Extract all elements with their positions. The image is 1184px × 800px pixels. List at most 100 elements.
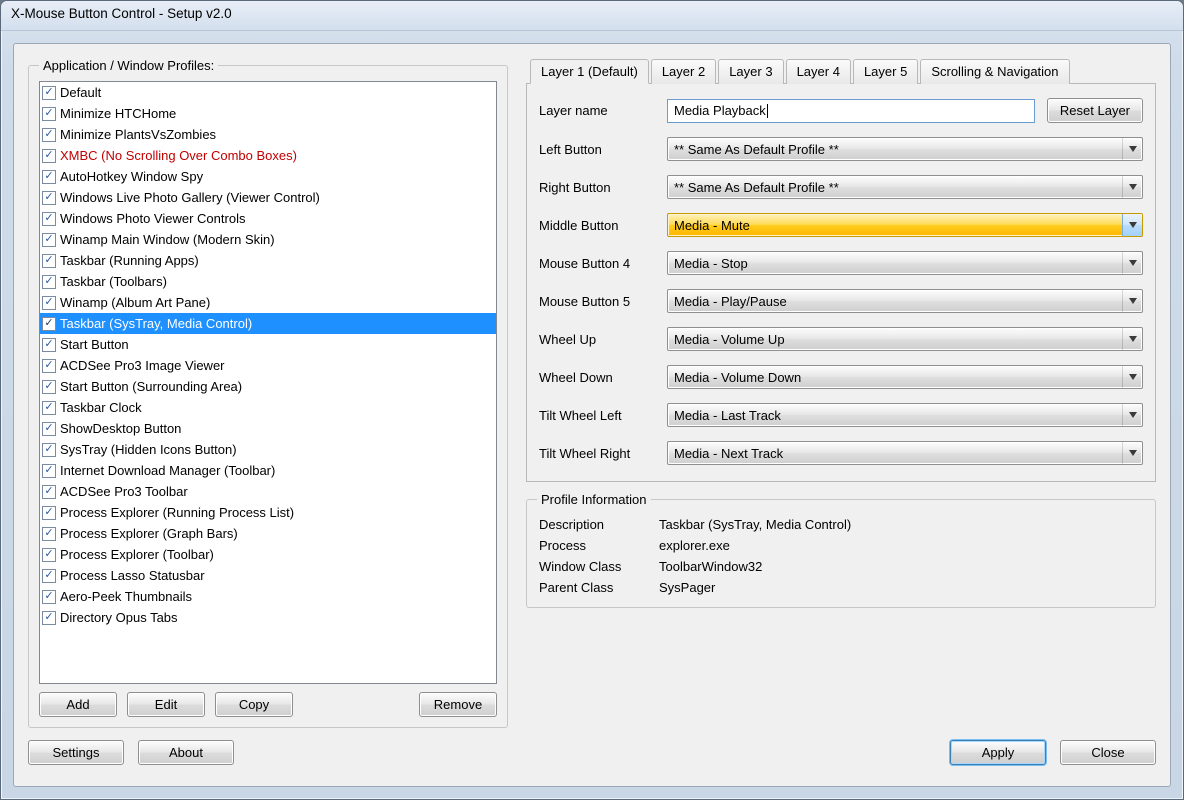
checkbox-icon[interactable] — [42, 212, 56, 226]
list-item[interactable]: Process Lasso Statusbar — [40, 565, 496, 586]
list-item[interactable]: Winamp (Album Art Pane) — [40, 292, 496, 313]
checkbox-icon[interactable] — [42, 464, 56, 478]
list-item[interactable]: ACDSee Pro3 Image Viewer — [40, 355, 496, 376]
list-item[interactable]: Taskbar (Running Apps) — [40, 250, 496, 271]
tab-layer-5[interactable]: Layer 5 — [853, 59, 918, 84]
add-button[interactable]: Add — [39, 692, 117, 717]
combo-middle-button[interactable]: Media - Mute — [667, 213, 1143, 237]
tab-scrolling-navigation[interactable]: Scrolling & Navigation — [920, 59, 1069, 84]
list-item[interactable]: ACDSee Pro3 Toolbar — [40, 481, 496, 502]
list-item[interactable]: Taskbar (SysTray, Media Control) — [40, 313, 496, 334]
checkbox-icon[interactable] — [42, 401, 56, 415]
reset-layer-button[interactable]: Reset Layer — [1047, 98, 1143, 123]
checkbox-icon[interactable] — [42, 548, 56, 562]
combo-value: Media - Next Track — [674, 446, 783, 461]
checkbox-icon[interactable] — [42, 86, 56, 100]
list-item[interactable]: Start Button (Surrounding Area) — [40, 376, 496, 397]
checkbox-icon[interactable] — [42, 296, 56, 310]
list-item[interactable]: Start Button — [40, 334, 496, 355]
field-label: Tilt Wheel Right — [539, 446, 667, 461]
combo-wheel-down[interactable]: Media - Volume Down — [667, 365, 1143, 389]
layer-name-input[interactable]: Media Playback — [667, 99, 1035, 123]
list-item-label: Aero-Peek Thumbnails — [60, 589, 192, 604]
combo-mouse-button-5[interactable]: Media - Play/Pause — [667, 289, 1143, 313]
profiles-group: Application / Window Profiles: DefaultMi… — [28, 58, 508, 728]
checkbox-icon[interactable] — [42, 149, 56, 163]
list-item[interactable]: XMBC (No Scrolling Over Combo Boxes) — [40, 145, 496, 166]
chevron-down-icon — [1122, 442, 1142, 464]
field-label: Middle Button — [539, 218, 667, 233]
list-item[interactable]: Windows Photo Viewer Controls — [40, 208, 496, 229]
tab-layer-1-default-[interactable]: Layer 1 (Default) — [530, 59, 649, 84]
checkbox-icon[interactable] — [42, 611, 56, 625]
titlebar[interactable]: X-Mouse Button Control - Setup v2.0 — [1, 1, 1183, 31]
about-button[interactable]: About — [138, 740, 234, 765]
list-item[interactable]: Taskbar (Toolbars) — [40, 271, 496, 292]
checkbox-icon[interactable] — [42, 170, 56, 184]
settings-button[interactable]: Settings — [28, 740, 124, 765]
combo-left-button[interactable]: ** Same As Default Profile ** — [667, 137, 1143, 161]
info-value: ToolbarWindow32 — [659, 559, 1143, 574]
list-item[interactable]: SysTray (Hidden Icons Button) — [40, 439, 496, 460]
info-value: SysPager — [659, 580, 1143, 595]
list-item[interactable]: Minimize HTCHome — [40, 103, 496, 124]
checkbox-icon[interactable] — [42, 128, 56, 142]
list-item[interactable]: Process Explorer (Running Process List) — [40, 502, 496, 523]
profiles-listbox[interactable]: DefaultMinimize HTCHomeMinimize PlantsVs… — [39, 81, 497, 684]
checkbox-icon[interactable] — [42, 569, 56, 583]
list-item[interactable]: Default — [40, 82, 496, 103]
checkbox-icon[interactable] — [42, 233, 56, 247]
list-item-label: Taskbar Clock — [60, 400, 142, 415]
list-item[interactable]: Taskbar Clock — [40, 397, 496, 418]
combo-value: ** Same As Default Profile ** — [674, 142, 839, 157]
tab-layer-4[interactable]: Layer 4 — [786, 59, 851, 84]
combo-wheel-up[interactable]: Media - Volume Up — [667, 327, 1143, 351]
checkbox-icon[interactable] — [42, 359, 56, 373]
combo-tilt-wheel-left[interactable]: Media - Last Track — [667, 403, 1143, 427]
list-item[interactable]: Winamp Main Window (Modern Skin) — [40, 229, 496, 250]
layer-name-value: Media Playback — [674, 103, 766, 118]
chevron-down-icon — [1122, 214, 1142, 236]
list-item[interactable]: Directory Opus Tabs — [40, 607, 496, 628]
list-item[interactable]: Windows Live Photo Gallery (Viewer Contr… — [40, 187, 496, 208]
checkbox-icon[interactable] — [42, 338, 56, 352]
checkbox-icon[interactable] — [42, 590, 56, 604]
list-item[interactable]: Aero-Peek Thumbnails — [40, 586, 496, 607]
info-value: Taskbar (SysTray, Media Control) — [659, 517, 1143, 532]
checkbox-icon[interactable] — [42, 254, 56, 268]
checkbox-icon[interactable] — [42, 422, 56, 436]
field-label: Left Button — [539, 142, 667, 157]
tab-layer-3[interactable]: Layer 3 — [718, 59, 783, 84]
combo-mouse-button-4[interactable]: Media - Stop — [667, 251, 1143, 275]
tab-layer-2[interactable]: Layer 2 — [651, 59, 716, 84]
combo-tilt-wheel-right[interactable]: Media - Next Track — [667, 441, 1143, 465]
combo-value: ** Same As Default Profile ** — [674, 180, 839, 195]
copy-button[interactable]: Copy — [215, 692, 293, 717]
checkbox-icon[interactable] — [42, 506, 56, 520]
checkbox-icon[interactable] — [42, 443, 56, 457]
list-item[interactable]: AutoHotkey Window Spy — [40, 166, 496, 187]
checkbox-icon[interactable] — [42, 107, 56, 121]
checkbox-icon[interactable] — [42, 380, 56, 394]
chevron-down-icon — [1122, 138, 1142, 160]
list-item[interactable]: Minimize PlantsVsZombies — [40, 124, 496, 145]
profiles-label: Application / Window Profiles: — [39, 58, 218, 73]
checkbox-icon[interactable] — [42, 317, 56, 331]
close-button[interactable]: Close — [1060, 740, 1156, 765]
profile-info-group: Profile Information DescriptionTaskbar (… — [526, 492, 1156, 608]
list-item[interactable]: Process Explorer (Toolbar) — [40, 544, 496, 565]
checkbox-icon[interactable] — [42, 275, 56, 289]
chevron-down-icon — [1122, 366, 1142, 388]
remove-button[interactable]: Remove — [419, 692, 497, 717]
field-label: Tilt Wheel Left — [539, 408, 667, 423]
apply-button[interactable]: Apply — [950, 740, 1046, 765]
list-item[interactable]: ShowDesktop Button — [40, 418, 496, 439]
combo-right-button[interactable]: ** Same As Default Profile ** — [667, 175, 1143, 199]
checkbox-icon[interactable] — [42, 527, 56, 541]
list-item[interactable]: Process Explorer (Graph Bars) — [40, 523, 496, 544]
checkbox-icon[interactable] — [42, 485, 56, 499]
edit-button[interactable]: Edit — [127, 692, 205, 717]
checkbox-icon[interactable] — [42, 191, 56, 205]
list-item[interactable]: Internet Download Manager (Toolbar) — [40, 460, 496, 481]
list-item-label: Windows Live Photo Gallery (Viewer Contr… — [60, 190, 320, 205]
